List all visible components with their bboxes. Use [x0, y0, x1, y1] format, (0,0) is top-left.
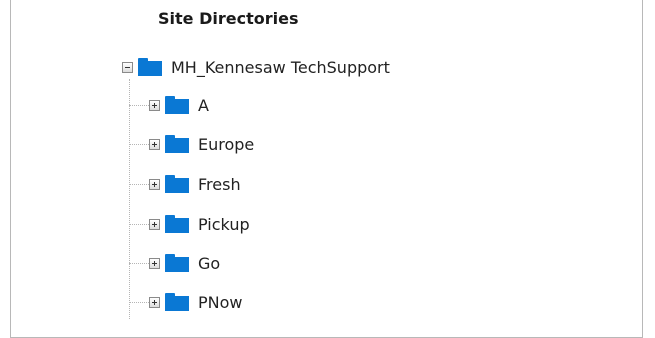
expand-toggle-icon[interactable]	[149, 257, 160, 269]
folder-icon	[165, 135, 189, 153]
tree-node-label[interactable]: Pickup	[198, 215, 250, 234]
panel-title: Site Directories	[158, 9, 299, 28]
tree-node-label[interactable]: A	[198, 96, 209, 115]
tree-connector-line	[129, 105, 149, 106]
folder-icon	[138, 58, 162, 76]
tree-node-root[interactable]: MH_Kennesaw TechSupport	[122, 55, 390, 79]
tree-connector-line	[129, 263, 149, 264]
tree-node-child[interactable]: Fresh	[149, 172, 241, 196]
tree-node-child[interactable]: PNow	[149, 290, 243, 314]
expand-toggle-icon[interactable]	[149, 178, 160, 190]
folder-icon	[165, 175, 189, 193]
tree-node-child[interactable]: Europe	[149, 132, 254, 156]
folder-icon	[165, 96, 189, 114]
tree-node-label[interactable]: Europe	[198, 135, 254, 154]
tree-node-child[interactable]: Pickup	[149, 212, 250, 236]
tree-connector-line	[129, 79, 130, 319]
tree-connector-line	[129, 144, 149, 145]
expand-toggle-icon[interactable]	[149, 99, 160, 111]
tree-node-label[interactable]: Fresh	[198, 175, 241, 194]
expand-toggle-icon[interactable]	[149, 218, 160, 230]
tree-node-label[interactable]: Go	[198, 254, 220, 273]
tree-node-label[interactable]: PNow	[198, 293, 243, 312]
tree-node-child[interactable]: A	[149, 93, 209, 117]
folder-icon	[165, 215, 189, 233]
tree-connector-line	[129, 184, 149, 185]
expand-toggle-icon[interactable]	[149, 296, 160, 308]
collapse-toggle-icon[interactable]	[122, 61, 133, 73]
tree-node-label[interactable]: MH_Kennesaw TechSupport	[171, 58, 390, 77]
site-directories-panel: Site Directories MH_Kennesaw TechSupport…	[10, 0, 643, 338]
folder-icon	[165, 254, 189, 272]
tree-connector-line	[129, 224, 149, 225]
tree-connector-line	[129, 302, 149, 303]
folder-icon	[165, 293, 189, 311]
expand-toggle-icon[interactable]	[149, 138, 160, 150]
tree-node-child[interactable]: Go	[149, 251, 220, 275]
